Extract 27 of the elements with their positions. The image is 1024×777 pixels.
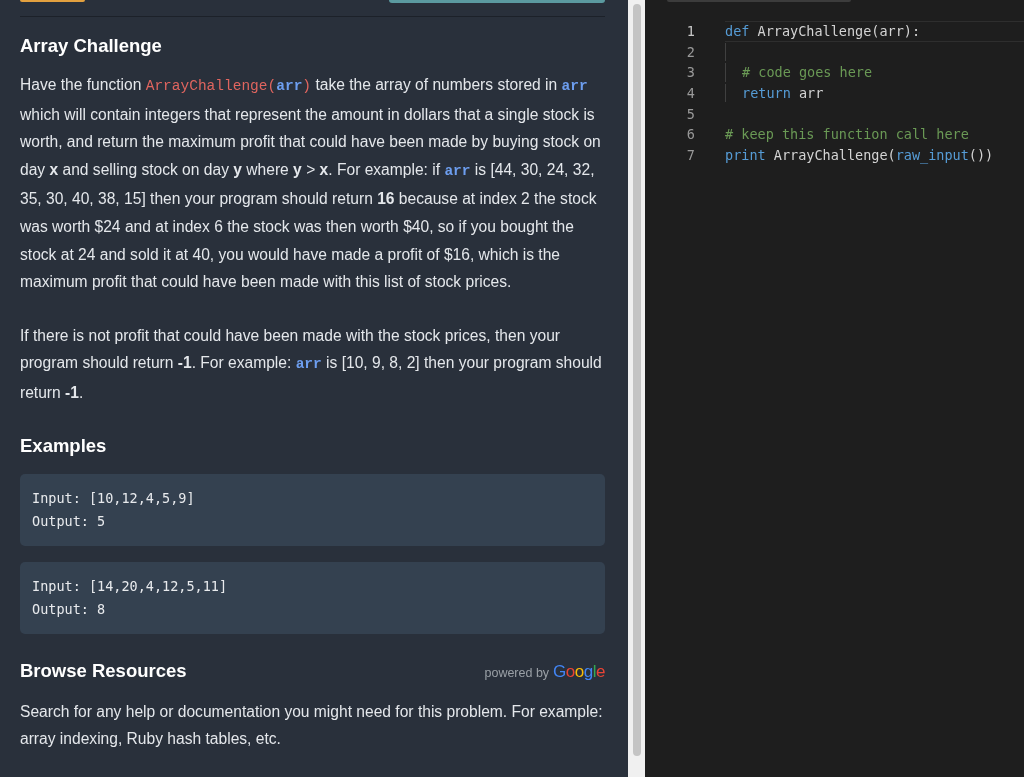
challenge-description: If there is not profit that could have been made with the stock prices, then your program should return -1. For example: arr is [10, 9, 8, 2] then your program should return -1. [20,325,603,403]
resources-heading: Browse Resources [20,659,187,682]
line-number: 4 [685,85,695,102]
tab-indicator [20,0,85,2]
code-text: def ArrayChallenge(arr): [725,23,921,40]
resources-description: Search for any help or documentation you might need for this problem. For example: array indexing, Ruby hash tables, etc. [20,701,604,750]
line-number: 3 [685,64,695,81]
code-text: print ArrayChallenge(raw_input()) [725,146,994,163]
line-number: 1 [685,23,695,40]
powered-by-label: powered by [484,665,550,680]
code-text: # code goes here [742,64,873,81]
examples-heading: Examples [20,434,108,457]
example-input-text: Input: [14,20,4,12,5,11] [32,576,229,596]
challenge-title: Array Challenge [20,35,163,57]
line-number: 5 [685,105,695,122]
example-input-text: Input: [10,12,4,5,9] [32,488,196,508]
code-text: # keep this function call here [725,126,969,143]
example-output-text: Output: 5 [32,511,107,531]
example-output-text: Output: 8 [32,599,107,619]
challenge-description: Have the function ArrayChallenge(arr) take the array of numbers stored in arr which will contain integers that represent the amount in dollars that a single stock is worth, and return the maximum profit that could have been made by buying stock on day x and selling stock on day y where y > x. For example: if arr is [44, 30, 24, 32, 35, 30, 40, 38, 15] then your program should return 16 because at index 2 the stock was worth $24 and at index 6 the stock was then worth $40, so if you bought the stock at 24 and sold it at 40, you would have made a profit of $16, which is the maximum profit that could have been made with this list of stock prices. [20,75,602,293]
line-number: 6 [685,126,695,143]
code-text: return arr [742,85,824,102]
line-number: 7 [685,146,695,163]
scrollbar-thumb[interactable] [632,4,641,756]
line-number: 2 [685,43,695,60]
action-button[interactable] [389,0,605,3]
brand-logo: Google [553,661,605,682]
